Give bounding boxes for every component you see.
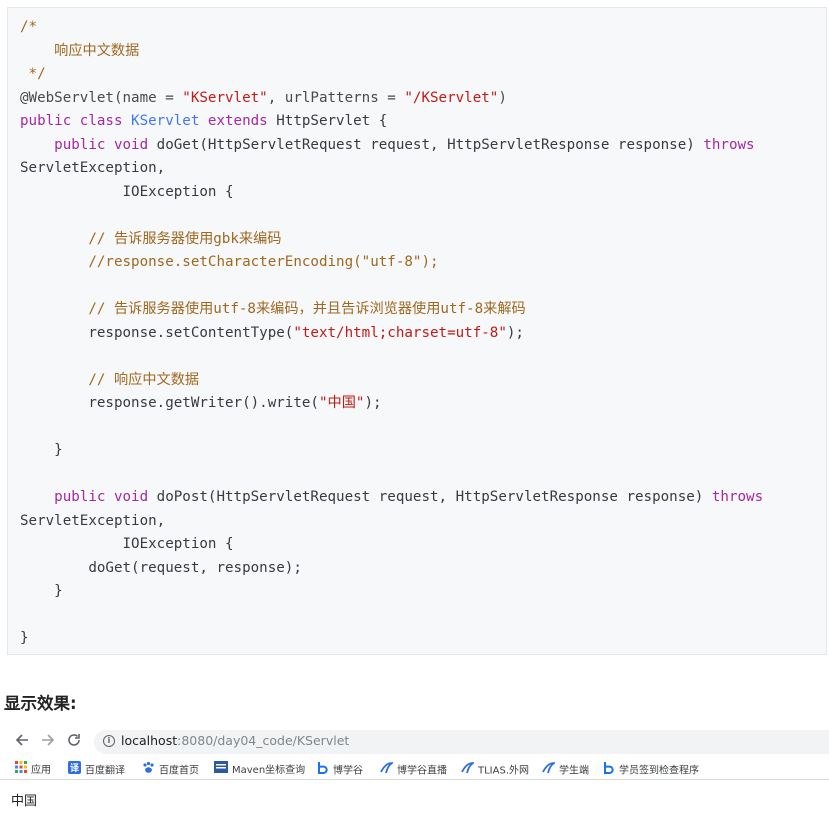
code-token: response.setContentType( (20, 324, 294, 341)
code-line: } (20, 440, 63, 460)
code-token: ); (506, 324, 524, 341)
code-token: IOException { (20, 536, 234, 552)
code-token: //response.setCharacterEncoding("utf-8")… (20, 254, 439, 270)
code-token: HttpServlet { (276, 113, 388, 129)
code-token: // 告诉服务器使用gbk来编码 (20, 230, 282, 247)
bookmark-baidu-home[interactable]: 百度首页 (142, 761, 199, 777)
code-token: 响应中文数据 (20, 42, 140, 59)
reload-icon[interactable] (67, 733, 81, 751)
code-line: } (20, 581, 63, 601)
code-token: throws (703, 136, 755, 153)
code-token: IOException { (20, 183, 234, 200)
code-token: ); (364, 395, 382, 411)
code-token: , urlPatterns = (267, 89, 405, 106)
tlias-icon (461, 761, 476, 780)
code-token: } (20, 442, 63, 458)
code-line: IOException { (20, 534, 234, 554)
bookmark-label: 博学谷 (333, 765, 363, 777)
bookmark-label: 博学谷直播 (397, 765, 447, 777)
section-title: 显示效果: (4, 694, 77, 713)
code-token: // 响应中文数据 (20, 371, 200, 388)
apps-grid-icon (15, 761, 27, 779)
code-token: doGet(HttpServletRequest request, HttpSe… (156, 136, 704, 153)
code-token: KServlet (131, 113, 208, 129)
bookmark-maven[interactable]: Maven坐标查询 (214, 761, 305, 777)
bookmark-boxuegu-live[interactable]: 博学谷直播 (380, 761, 447, 777)
code-line: 响应中文数据 (20, 41, 139, 61)
code-line: */ (20, 64, 46, 84)
code-line: // 告诉服务器使用utf-8来编码，并且告诉浏览器使用utf-8来解码 (20, 299, 526, 319)
svg-text:译: 译 (70, 762, 80, 774)
code-token: "中国" (318, 395, 365, 411)
code-line: ServletException, (20, 511, 165, 531)
tlias-icon (542, 761, 557, 780)
code-token: doGet(request, response); (20, 559, 302, 576)
code-line: ServletException, (20, 158, 165, 178)
url-host: localhost (121, 733, 178, 748)
page-content-text: 中国 (11, 794, 38, 809)
bookmark-label: TLIAS.外网 (478, 765, 529, 777)
bookmark-checkin[interactable]: 学员签到检查程序 (603, 761, 699, 777)
info-icon[interactable]: i (103, 735, 115, 747)
bo-icon (317, 761, 329, 780)
code-token: response.getWriter().write( (20, 395, 319, 411)
bookmark-student[interactable]: 学生端 (542, 761, 589, 777)
code-line: response.setContentType("text/html;chars… (20, 323, 524, 343)
code-token: public void (20, 489, 157, 505)
forward-icon[interactable] (41, 733, 55, 751)
code-line: response.getWriter().write("中国"); (20, 393, 382, 413)
bookmark-tlias[interactable]: TLIAS.外网 (461, 761, 529, 777)
maven-icon (214, 761, 228, 779)
tlias-icon (380, 761, 395, 780)
code-token: ServletException, (20, 512, 166, 529)
code-token: "text/html;charset=utf-8" (293, 324, 507, 341)
baidu-translate-icon: 译 (68, 761, 81, 780)
code-line: public void doPost(HttpServletRequest re… (20, 487, 763, 507)
bookmark-baidu-translate[interactable]: 译 百度翻译 (68, 761, 125, 777)
code-token: doPost(HttpServletRequest request, HttpS… (156, 489, 712, 505)
code-line: @WebServlet(name = "KServlet", urlPatter… (20, 88, 507, 108)
code-token: public class (20, 113, 132, 129)
code-line: doGet(request, response); (20, 558, 302, 578)
code-line: public void doGet(HttpServletRequest req… (20, 135, 755, 155)
code-token: public void (20, 136, 157, 153)
bookmark-apps[interactable]: 应用 (15, 761, 51, 777)
bookmark-label: Maven坐标查询 (232, 765, 306, 776)
code-line: //response.setCharacterEncoding("utf-8")… (20, 252, 439, 272)
back-icon[interactable] (15, 733, 29, 751)
bo-icon (603, 761, 615, 780)
bookmark-label: 学生端 (559, 765, 589, 777)
code-token: "KServlet" (182, 89, 268, 106)
code-token: ServletException, (20, 160, 166, 176)
code-token: } (20, 583, 63, 599)
url-path: :8080/day04_code/KServlet (177, 733, 350, 748)
url-text[interactable]: localhost:8080/day04_code/KServlet (121, 733, 349, 748)
code-token: @WebServlet(name = (20, 89, 183, 106)
code-block: /* 响应中文数据 */ @WebServlet(name = "KServlet… (7, 7, 827, 655)
baidu-paw-icon (142, 761, 155, 780)
code-token: */ (20, 66, 46, 82)
bookmark-label: 应用 (31, 765, 51, 776)
code-token: ) (498, 89, 507, 106)
code-token: throws (711, 489, 764, 505)
code-token: extends (207, 113, 277, 129)
bookmark-boxuegu[interactable]: 博学谷 (317, 761, 363, 777)
code-line: // 响应中文数据 (20, 370, 199, 390)
bookmark-label: 百度首页 (159, 765, 199, 777)
code-line: /* (20, 17, 37, 37)
bookmark-label: 学员签到检查程序 (619, 765, 699, 777)
bookmark-label: 百度翻译 (85, 765, 125, 777)
code-line: } (20, 628, 29, 648)
code-token: // 告诉服务器使用utf-8来编码，并且告诉浏览器使用utf-8来解码 (20, 301, 526, 317)
code-token: "/KServlet" (404, 89, 499, 106)
code-line: // 告诉服务器使用gbk来编码 (20, 229, 281, 249)
code-line: IOException { (20, 182, 234, 202)
code-token: /* (20, 19, 38, 35)
code-line: public class KServlet extends HttpServle… (20, 111, 387, 131)
code-token: } (20, 630, 29, 646)
